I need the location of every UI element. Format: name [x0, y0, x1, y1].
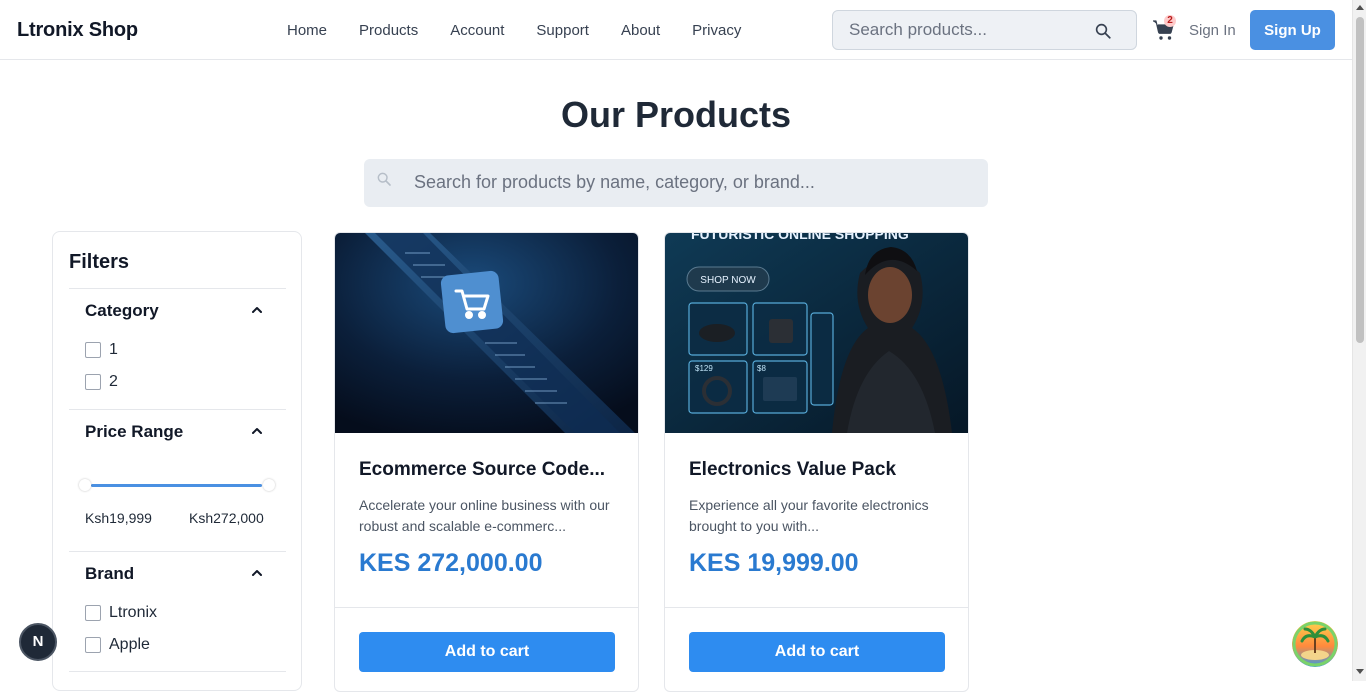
add-to-cart-button[interactable]: Add to cart: [359, 632, 615, 672]
sign-in-link[interactable]: Sign In: [1189, 22, 1236, 39]
filters-panel: Filters Category 1 2 Price Range Ksh19,9…: [52, 231, 302, 691]
brand-option-apple[interactable]: Apple: [85, 635, 150, 655]
price-range-title[interactable]: Price Range: [85, 422, 183, 442]
checkbox[interactable]: [85, 374, 101, 390]
brand-option-label: Ltronix: [109, 604, 158, 621]
product-card[interactable]: Ecommerce Source Code... Accelerate your…: [334, 232, 639, 692]
filters-title: Filters: [69, 251, 130, 273]
site-logo[interactable]: Ltronix Shop: [17, 19, 138, 42]
category-option-1[interactable]: 1: [85, 340, 118, 360]
search-icon[interactable]: [1094, 22, 1112, 40]
product-search-input[interactable]: [414, 172, 974, 193]
chevron-up-icon[interactable]: [250, 424, 264, 438]
product-name[interactable]: Ecommerce Source Code...: [359, 459, 619, 481]
product-price: KES 272,000.00: [359, 549, 543, 577]
scrollbar-thumb[interactable]: [1356, 17, 1364, 343]
scroll-down-arrow-icon[interactable]: [1356, 669, 1364, 674]
nav-account[interactable]: Account: [450, 22, 504, 39]
scroll-up-arrow-icon[interactable]: [1356, 5, 1364, 10]
price-max-label: Ksh272,000: [189, 510, 264, 526]
chat-widget-island-icon[interactable]: [1292, 621, 1338, 667]
chevron-up-icon[interactable]: [250, 303, 264, 317]
checkbox[interactable]: [85, 637, 101, 653]
header-search: [832, 10, 1137, 50]
page-scrollbar[interactable]: [1352, 0, 1366, 681]
nav-products[interactable]: Products: [359, 22, 418, 39]
brand-option-ltronix[interactable]: Ltronix: [85, 603, 157, 623]
sign-up-button[interactable]: Sign Up: [1250, 10, 1335, 50]
image-price-b: $8: [757, 364, 766, 373]
category-option-2[interactable]: 2: [85, 372, 118, 392]
product-name[interactable]: Electronics Value Pack: [689, 459, 949, 481]
price-range-max-handle[interactable]: [263, 479, 275, 491]
brand-filter-title[interactable]: Brand: [85, 564, 134, 584]
nav-privacy[interactable]: Privacy: [692, 22, 741, 39]
page-title: Our Products: [560, 94, 792, 135]
price-range-filter: Price Range Ksh19,999 Ksh272,000: [69, 409, 286, 551]
cart-count-badge: 2: [1164, 15, 1176, 27]
product-description: Experience all your favorite electronics…: [689, 497, 929, 534]
image-price-a: $129: [695, 364, 713, 373]
product-description: Accelerate your online business with our…: [359, 497, 610, 534]
brand-filter: Brand Ltronix Apple: [69, 551, 286, 672]
category-filter: Category 1 2: [69, 288, 286, 409]
main-nav: Home Products Account Support About Priv…: [287, 22, 773, 39]
card-divider: [665, 607, 968, 608]
top-header: Ltronix Shop Home Products Account Suppo…: [0, 0, 1352, 60]
price-range-min-handle[interactable]: [79, 479, 91, 491]
search-icon: [377, 172, 391, 186]
category-filter-title[interactable]: Category: [85, 301, 159, 321]
nav-about[interactable]: About: [621, 22, 660, 39]
category-option-label: 2: [109, 373, 118, 390]
add-to-cart-button[interactable]: Add to cart: [689, 632, 945, 672]
product-card[interactable]: FUTURISTIC ONLINE SHOPPING SHOP NOW $129…: [664, 232, 969, 692]
price-range-track[interactable]: [91, 484, 262, 487]
checkbox[interactable]: [85, 605, 101, 621]
header-search-input[interactable]: [849, 20, 1079, 40]
price-min-label: Ksh19,999: [85, 510, 152, 526]
chevron-up-icon[interactable]: [250, 566, 264, 580]
image-cta: SHOP NOW: [700, 275, 756, 286]
checkbox[interactable]: [85, 342, 101, 358]
image-headline: FUTURISTIC ONLINE SHOPPING: [691, 233, 909, 242]
nav-home[interactable]: Home: [287, 22, 327, 39]
product-price: KES 19,999.00: [689, 549, 859, 577]
product-image[interactable]: [335, 233, 638, 433]
brand-option-label: Apple: [109, 636, 150, 653]
next-dev-badge[interactable]: N: [19, 623, 57, 661]
card-divider: [335, 607, 638, 608]
nav-support[interactable]: Support: [536, 22, 589, 39]
category-option-label: 1: [109, 341, 118, 358]
product-image[interactable]: FUTURISTIC ONLINE SHOPPING SHOP NOW $129…: [665, 233, 968, 433]
product-search: [364, 159, 988, 207]
